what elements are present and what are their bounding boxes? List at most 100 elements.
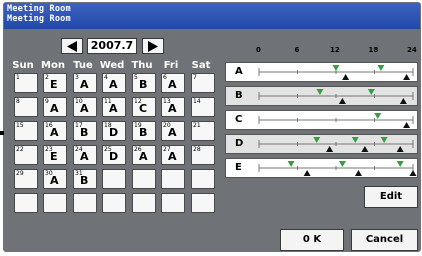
calendar-day-cell[interactable]: 31 B	[73, 169, 97, 189]
day-number: 6	[163, 74, 167, 81]
weekday-label: Wed	[99, 60, 125, 71]
calendar-day-cell[interactable]	[161, 193, 185, 213]
calendar-day-cell[interactable]: 7	[191, 73, 215, 93]
calendar-day-cell[interactable]	[191, 169, 215, 189]
off-time-marker	[361, 146, 369, 152]
calendar-day-cell[interactable]: 10 A	[73, 97, 97, 117]
day-pattern-code: A	[168, 78, 177, 91]
day-pattern-code: A	[50, 174, 59, 187]
on-time-marker	[367, 89, 375, 95]
calendar-day-cell[interactable]	[43, 193, 67, 213]
calendar-day-cell[interactable]: 23 E	[43, 145, 67, 165]
calendar-day-cell[interactable]: 30 A	[43, 169, 67, 189]
day-number: 3	[75, 74, 79, 81]
day-pattern-code: B	[80, 126, 89, 139]
calendar-day-cell[interactable]	[161, 169, 185, 189]
cancel-button[interactable]: Cancel	[351, 229, 418, 251]
calendar-day-cell[interactable]: 1	[14, 73, 38, 93]
calendar-day-cell[interactable]	[132, 169, 156, 189]
day-pattern-code: D	[109, 150, 119, 163]
pattern-row-c[interactable]: C	[225, 110, 418, 130]
calendar-day-cell[interactable]: 28	[191, 145, 215, 165]
day-pattern-code: A	[80, 78, 89, 91]
pattern-row-b[interactable]: B	[225, 86, 418, 106]
calendar-day-cell[interactable]: 11 A	[102, 97, 126, 117]
calendar-day-cell[interactable]: 8	[14, 97, 38, 117]
day-number: 29	[16, 170, 24, 177]
hour-tick-label: 12	[330, 46, 340, 54]
calendar-day-cell[interactable]	[102, 193, 126, 213]
calendar-day-cell[interactable]: 21	[191, 121, 215, 141]
day-number: 7	[193, 74, 197, 81]
off-time-marker	[342, 74, 350, 80]
day-number: 8	[16, 98, 20, 105]
calendar-day-cell[interactable]: 12 C	[132, 97, 156, 117]
calendar-day-cell[interactable]: 4A	[102, 73, 126, 93]
pattern-row-e[interactable]: E	[225, 158, 418, 178]
day-pattern-code: E	[50, 150, 58, 163]
timeline-track	[258, 89, 414, 104]
on-time-marker	[313, 137, 321, 143]
day-number: 22	[16, 146, 24, 153]
day-pattern-code: A	[80, 150, 89, 163]
day-pattern-code: D	[109, 126, 119, 139]
on-time-marker	[338, 161, 346, 167]
off-time-marker	[303, 170, 311, 176]
edit-button[interactable]: Edit	[364, 186, 418, 208]
hour-tick-label: 6	[294, 46, 300, 54]
timeline-track	[258, 65, 414, 80]
calendar-day-cell[interactable]: 29	[14, 169, 38, 189]
weekday-label: Mon	[41, 60, 65, 71]
weekday-label: Tue	[73, 60, 93, 71]
calendar-day-cell[interactable]	[73, 193, 97, 213]
calendar-day-cell[interactable]	[102, 169, 126, 189]
day-number: 2	[45, 74, 49, 81]
off-time-marker	[403, 122, 411, 128]
off-time-marker	[326, 146, 334, 152]
calendar-day-cell[interactable]: 27 A	[161, 145, 185, 165]
off-time-marker	[403, 74, 411, 80]
calendar-day-cell[interactable]: 3A	[73, 73, 97, 93]
pattern-row-d[interactable]: D	[225, 134, 418, 154]
calendar-day-cell[interactable]: 16 A	[43, 121, 67, 141]
calendar-day-cell[interactable]	[14, 193, 38, 213]
pattern-row-a[interactable]: A	[225, 62, 418, 82]
calendar-day-cell[interactable]: 17 B	[73, 121, 97, 141]
timeline-track	[258, 113, 414, 128]
window-title: Meeting Room	[7, 4, 71, 14]
calendar-day-cell[interactable]: 6A	[161, 73, 185, 93]
calendar-day-cell[interactable]: 18 D	[102, 121, 126, 141]
calendar-day-cell[interactable]: 25 D	[102, 145, 126, 165]
window-subtitle: Meeting Room	[7, 14, 71, 24]
calendar-day-cell[interactable]: 20 A	[161, 121, 185, 141]
calendar-day-cell[interactable]	[191, 193, 215, 213]
calendar-day-cell[interactable]: 15	[14, 121, 38, 141]
day-pattern-code: B	[80, 174, 89, 187]
calendar-day-cell[interactable]: 14	[191, 97, 215, 117]
calendar-day-cell[interactable]: 9A	[43, 97, 67, 117]
calendar-day-cell[interactable]: 5B	[132, 73, 156, 93]
previous-month-button[interactable]	[61, 38, 83, 54]
triangle-left-icon	[67, 41, 77, 52]
calendar-day-cell[interactable]	[132, 193, 156, 213]
ok-button[interactable]: 0 K	[280, 229, 344, 251]
day-pattern-code: B	[139, 78, 148, 91]
calendar-day-cell[interactable]: 24 A	[73, 145, 97, 165]
on-time-marker	[374, 113, 382, 119]
day-number: 15	[16, 122, 24, 129]
day-pattern-code: A	[168, 102, 177, 115]
calendar-day-cell[interactable]: 2E	[43, 73, 67, 93]
day-pattern-code: A	[109, 78, 118, 91]
day-number: 5	[134, 74, 138, 81]
next-month-button[interactable]	[142, 38, 164, 54]
timeline-track	[258, 161, 417, 176]
day-pattern-code: C	[139, 102, 148, 115]
day-pattern-code: B	[139, 126, 148, 139]
day-pattern-code: A	[80, 102, 89, 115]
month-display: 2007.7	[87, 38, 137, 54]
calendar-day-cell[interactable]: 26 A	[132, 145, 156, 165]
calendar-day-cell[interactable]: 22	[14, 145, 38, 165]
calendar-day-cell[interactable]: 19 B	[132, 121, 156, 141]
calendar-day-cell[interactable]: 13 A	[161, 97, 185, 117]
title-bar: Meeting Room Meeting Room	[4, 3, 420, 29]
